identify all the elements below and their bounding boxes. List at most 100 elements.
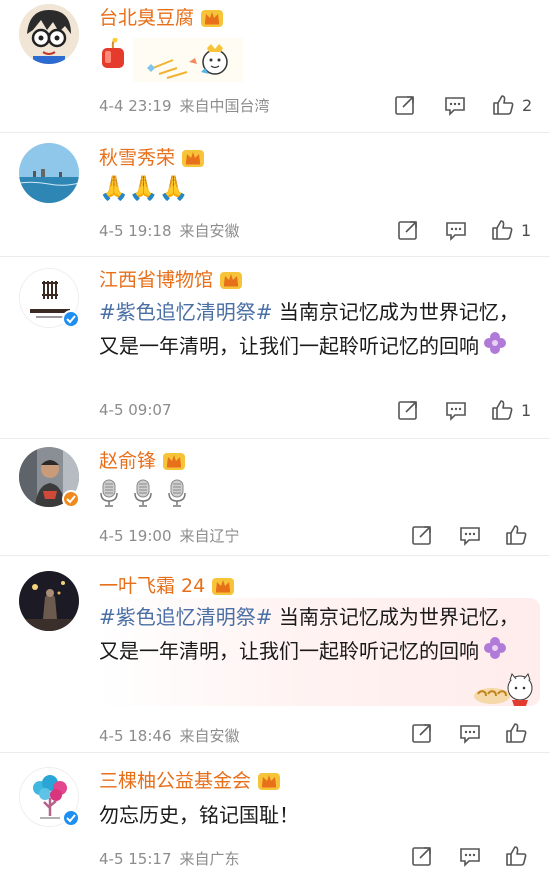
thumbs-up-icon (506, 846, 527, 866)
share-button[interactable] (411, 722, 433, 744)
hashtag-link[interactable]: #紫色追忆清明祭# (99, 605, 273, 629)
avatar[interactable] (19, 571, 79, 631)
crown-badge-icon (211, 575, 235, 597)
user-name[interactable]: 秋雪秀荣 (99, 145, 175, 171)
comment-date: 4-5 18:46 (99, 727, 172, 745)
verified-badge-icon (62, 310, 80, 328)
purple-flower-icon (483, 636, 507, 670)
comment-button[interactable] (459, 524, 481, 546)
comment-actions (411, 524, 527, 546)
share-button[interactable] (394, 94, 416, 116)
comment-actions (411, 845, 527, 867)
comment-location: 来自中国台湾 (179, 97, 270, 115)
crown-badge-icon (162, 450, 186, 472)
like-button[interactable]: 1 (491, 219, 531, 241)
firecracker-icon (102, 38, 124, 68)
user-name[interactable]: 江西省博物馆 (99, 267, 213, 293)
comment-meta: 4-5 15:17 来自广东 (99, 848, 240, 869)
comment-item: 秋雪秀荣 🙏🙏🙏 4-5 19:18 来自安徽 1 (0, 133, 550, 257)
hashtag-link[interactable]: #紫色追忆清明祭# (99, 300, 273, 324)
comment-meta: 4-4 23:19 来自中国台湾 (99, 95, 270, 116)
share-icon (398, 401, 417, 420)
celebration-sticker-icon (133, 38, 243, 82)
comment-button[interactable] (459, 845, 481, 867)
comment-actions: 1 (397, 399, 531, 421)
like-button[interactable]: 1 (491, 399, 531, 421)
crown-badge-icon (219, 269, 243, 291)
comment-date: 4-5 09:07 (99, 401, 172, 419)
comment-date: 4-5 19:00 (99, 527, 172, 545)
crown-badge-icon (200, 7, 224, 29)
user-name[interactable]: 赵俞锋 (99, 448, 156, 474)
comment-item: 江西省博物馆 #紫色追忆清明祭# 当南京记忆成为世界记忆，又是一年清明，让我们一… (0, 257, 550, 439)
verified-badge-icon (62, 809, 80, 827)
comment-location: 来自辽宁 (179, 527, 240, 545)
cat-2023-sticker-icon (470, 672, 542, 712)
comment-meta: 4-5 18:46 来自安徽 (99, 725, 240, 746)
thumbs-up-icon (506, 525, 527, 545)
comment-meta: 4-5 19:18 来自安徽 (99, 220, 240, 241)
thumbs-up-icon (506, 723, 527, 743)
share-button[interactable] (397, 219, 419, 241)
comment-icon (460, 527, 480, 546)
user-name[interactable]: 三棵柚公益基金会 (99, 768, 251, 794)
comment-button[interactable] (459, 722, 481, 744)
comment-item: 台北臭豆腐 4-4 23:19 来自中国台湾 2 (0, 0, 550, 133)
share-icon (412, 724, 431, 743)
share-button[interactable] (397, 399, 419, 421)
crown-badge-icon (257, 770, 281, 792)
comment-icon (460, 848, 480, 867)
comment-item: 赵俞锋 4-5 19:00 来自辽宁 (0, 439, 550, 556)
comment-location: 来自安徽 (179, 727, 240, 745)
microphone-emoji-row (99, 479, 187, 507)
share-button[interactable] (411, 524, 433, 546)
share-button[interactable] (411, 845, 433, 867)
comment-button[interactable] (445, 399, 467, 421)
comment-location: 来自广东 (179, 850, 240, 868)
like-count: 2 (522, 95, 533, 115)
comment-icon (446, 222, 466, 241)
comment-button[interactable] (445, 219, 467, 241)
comment-actions (411, 722, 527, 744)
comment-text: 勿忘历史，铭记国耻！ (99, 803, 299, 827)
avatar[interactable] (19, 4, 79, 64)
microphone-icon (134, 479, 152, 507)
microphone-icon (168, 479, 186, 507)
comment-icon (460, 725, 480, 744)
share-icon (395, 96, 414, 115)
like-button[interactable]: 2 (492, 94, 532, 116)
crown-badge-icon (181, 147, 205, 169)
comment-text: #紫色追忆清明祭# 当南京记忆成为世界记忆，又是一年清明，让我们一起聆听记忆的回… (99, 295, 519, 365)
user-name[interactable]: 一叶飞霜 24 (99, 573, 205, 599)
purple-flower-icon (483, 331, 507, 365)
microphone-icon (100, 479, 118, 507)
share-icon (398, 221, 417, 240)
share-icon (412, 847, 431, 866)
comment-location: 来自安徽 (179, 222, 240, 240)
comment-item: 一叶飞霜 24 #紫色追忆清明祭# 当南京记忆成为世界记忆，又是一年清明，让我们… (0, 556, 550, 753)
comment-text: 🙏🙏🙏 (99, 174, 189, 202)
comment-actions: 1 (397, 219, 531, 241)
like-count: 1 (521, 220, 532, 240)
comment-date: 4-5 19:18 (99, 222, 172, 240)
comment-button[interactable] (444, 94, 466, 116)
comment-feed: 台北臭豆腐 4-4 23:19 来自中国台湾 2 秋雪秀荣 🙏🙏🙏 4-5 19… (0, 0, 550, 883)
like-button[interactable] (505, 845, 527, 867)
comment-actions: 2 (394, 94, 532, 116)
comment-date: 4-4 23:19 (99, 97, 172, 115)
avatar[interactable] (19, 143, 79, 203)
thumbs-up-icon (492, 400, 513, 420)
comment-icon (445, 97, 465, 116)
sticker-row (99, 38, 243, 82)
like-button[interactable] (505, 524, 527, 546)
verified-badge-icon (62, 490, 80, 508)
thumbs-up-icon (493, 95, 514, 115)
thumbs-up-icon (492, 220, 513, 240)
user-name[interactable]: 台北臭豆腐 (99, 5, 194, 31)
comment-icon (446, 402, 466, 421)
share-icon (412, 526, 431, 545)
comment-meta: 4-5 19:00 来自辽宁 (99, 525, 240, 546)
comment-date: 4-5 15:17 (99, 850, 172, 868)
like-button[interactable] (505, 722, 527, 744)
like-count: 1 (521, 400, 532, 420)
